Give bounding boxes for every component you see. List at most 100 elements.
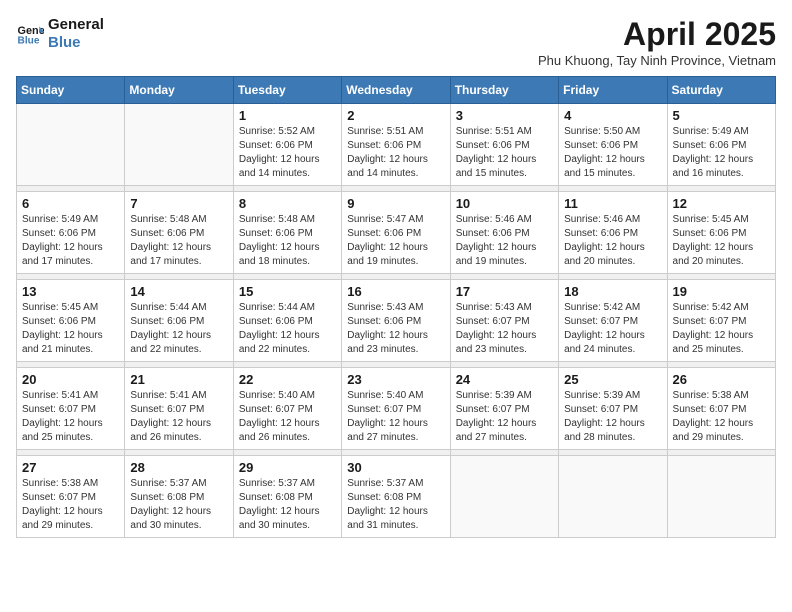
day-info: Sunrise: 5:44 AM Sunset: 6:06 PM Dayligh… — [239, 301, 336, 357]
day-number: 27 — [22, 460, 119, 475]
calendar-cell: 17 Sunrise: 5:43 AM Sunset: 6:07 PM Dayli… — [450, 280, 558, 362]
day-number: 19 — [673, 284, 770, 299]
day-number: 2 — [347, 108, 444, 123]
day-info: Sunrise: 5:43 AM Sunset: 6:07 PM Dayligh… — [456, 301, 553, 357]
page-header: General Blue GeneralBlue April 2025 Phu … — [16, 16, 776, 68]
weekday-header-sunday: Sunday — [17, 77, 125, 104]
calendar-cell: 28 Sunrise: 5:37 AM Sunset: 6:08 PM Dayli… — [125, 456, 233, 538]
day-number: 26 — [673, 372, 770, 387]
weekday-header-friday: Friday — [559, 77, 667, 104]
day-number: 3 — [456, 108, 553, 123]
day-info: Sunrise: 5:42 AM Sunset: 6:07 PM Dayligh… — [564, 301, 661, 357]
calendar-cell: 8 Sunrise: 5:48 AM Sunset: 6:06 PM Daylig… — [233, 192, 341, 274]
weekday-header-tuesday: Tuesday — [233, 77, 341, 104]
calendar-cell: 20Sunrise: 5:41 AM Sunset: 6:07 PM Dayli… — [17, 368, 125, 450]
day-info: Sunrise: 5:42 AM Sunset: 6:07 PM Dayligh… — [673, 301, 770, 357]
calendar-cell: 15Sunrise: 5:44 AM Sunset: 6:06 PM Dayli… — [233, 280, 341, 362]
day-number: 9 — [347, 196, 444, 211]
calendar-cell: 30 Sunrise: 5:37 AM Sunset: 6:08 PM Dayli… — [342, 456, 450, 538]
calendar-cell: 5Sunrise: 5:49 AM Sunset: 6:06 PM Daylig… — [667, 104, 775, 186]
calendar-week-row: 20Sunrise: 5:41 AM Sunset: 6:07 PM Dayli… — [17, 368, 776, 450]
calendar-cell: 10 Sunrise: 5:46 AM Sunset: 6:06 PM Dayli… — [450, 192, 558, 274]
day-info: Sunrise: 5:45 AM Sunset: 6:06 PM Dayligh… — [673, 213, 770, 269]
calendar-cell: 25Sunrise: 5:39 AM Sunset: 6:07 PM Dayli… — [559, 368, 667, 450]
month-title: April 2025 — [538, 16, 776, 53]
calendar-cell: 27 Sunrise: 5:38 AM Sunset: 6:07 PM Dayli… — [17, 456, 125, 538]
calendar-cell: 4Sunrise: 5:50 AM Sunset: 6:06 PM Daylig… — [559, 104, 667, 186]
day-info: Sunrise: 5:37 AM Sunset: 6:08 PM Dayligh… — [239, 477, 336, 533]
calendar-cell: 22 Sunrise: 5:40 AM Sunset: 6:07 PM Dayli… — [233, 368, 341, 450]
calendar-cell: 7 Sunrise: 5:48 AM Sunset: 6:06 PM Daylig… — [125, 192, 233, 274]
day-info: Sunrise: 5:48 AM Sunset: 6:06 PM Dayligh… — [130, 213, 227, 269]
day-info: Sunrise: 5:43 AM Sunset: 6:06 PM Dayligh… — [347, 301, 444, 357]
calendar-week-row: 13 Sunrise: 5:45 AM Sunset: 6:06 PM Dayli… — [17, 280, 776, 362]
weekday-header-row: SundayMondayTuesdayWednesdayThursdayFrid… — [17, 77, 776, 104]
day-number: 30 — [347, 460, 444, 475]
day-number: 8 — [239, 196, 336, 211]
day-info: Sunrise: 5:38 AM Sunset: 6:07 PM Dayligh… — [673, 389, 770, 445]
calendar-cell: 6 Sunrise: 5:49 AM Sunset: 6:06 PM Daylig… — [17, 192, 125, 274]
calendar-week-row: 6 Sunrise: 5:49 AM Sunset: 6:06 PM Daylig… — [17, 192, 776, 274]
day-number: 11 — [564, 196, 661, 211]
day-info: Sunrise: 5:51 AM Sunset: 6:06 PM Dayligh… — [456, 125, 553, 181]
calendar-cell: 3 Sunrise: 5:51 AM Sunset: 6:06 PM Daylig… — [450, 104, 558, 186]
day-number: 25 — [564, 372, 661, 387]
calendar-cell: 14Sunrise: 5:44 AM Sunset: 6:06 PM Dayli… — [125, 280, 233, 362]
calendar-cell: 12 Sunrise: 5:45 AM Sunset: 6:06 PM Dayli… — [667, 192, 775, 274]
day-info: Sunrise: 5:45 AM Sunset: 6:06 PM Dayligh… — [22, 301, 119, 357]
svg-text:Blue: Blue — [18, 35, 40, 46]
day-number: 5 — [673, 108, 770, 123]
day-info: Sunrise: 5:41 AM Sunset: 6:07 PM Dayligh… — [130, 389, 227, 445]
calendar-table: SundayMondayTuesdayWednesdayThursdayFrid… — [16, 76, 776, 538]
day-info: Sunrise: 5:46 AM Sunset: 6:06 PM Dayligh… — [564, 213, 661, 269]
day-number: 12 — [673, 196, 770, 211]
day-number: 6 — [22, 196, 119, 211]
day-number: 7 — [130, 196, 227, 211]
calendar-cell — [667, 456, 775, 538]
day-info: Sunrise: 5:40 AM Sunset: 6:07 PM Dayligh… — [347, 389, 444, 445]
day-number: 18 — [564, 284, 661, 299]
calendar-cell: 9 Sunrise: 5:47 AM Sunset: 6:06 PM Daylig… — [342, 192, 450, 274]
day-info: Sunrise: 5:37 AM Sunset: 6:08 PM Dayligh… — [130, 477, 227, 533]
day-number: 13 — [22, 284, 119, 299]
day-info: Sunrise: 5:40 AM Sunset: 6:07 PM Dayligh… — [239, 389, 336, 445]
calendar-cell: 23 Sunrise: 5:40 AM Sunset: 6:07 PM Dayli… — [342, 368, 450, 450]
day-info: Sunrise: 5:41 AM Sunset: 6:07 PM Dayligh… — [22, 389, 119, 445]
calendar-week-row: 27 Sunrise: 5:38 AM Sunset: 6:07 PM Dayli… — [17, 456, 776, 538]
day-number: 24 — [456, 372, 553, 387]
day-number: 23 — [347, 372, 444, 387]
day-info: Sunrise: 5:38 AM Sunset: 6:07 PM Dayligh… — [22, 477, 119, 533]
day-number: 16 — [347, 284, 444, 299]
day-number: 28 — [130, 460, 227, 475]
calendar-cell: 26 Sunrise: 5:38 AM Sunset: 6:07 PM Dayli… — [667, 368, 775, 450]
day-number: 14 — [130, 284, 227, 299]
calendar-cell: 24 Sunrise: 5:39 AM Sunset: 6:07 PM Dayli… — [450, 368, 558, 450]
day-info: Sunrise: 5:47 AM Sunset: 6:06 PM Dayligh… — [347, 213, 444, 269]
calendar-cell: 18 Sunrise: 5:42 AM Sunset: 6:07 PM Dayli… — [559, 280, 667, 362]
day-info: Sunrise: 5:49 AM Sunset: 6:06 PM Dayligh… — [22, 213, 119, 269]
day-number: 17 — [456, 284, 553, 299]
day-info: Sunrise: 5:37 AM Sunset: 6:08 PM Dayligh… — [347, 477, 444, 533]
day-info: Sunrise: 5:51 AM Sunset: 6:06 PM Dayligh… — [347, 125, 444, 181]
calendar-cell — [17, 104, 125, 186]
calendar-cell: 16 Sunrise: 5:43 AM Sunset: 6:06 PM Dayli… — [342, 280, 450, 362]
day-info: Sunrise: 5:46 AM Sunset: 6:06 PM Dayligh… — [456, 213, 553, 269]
day-number: 10 — [456, 196, 553, 211]
day-info: Sunrise: 5:48 AM Sunset: 6:06 PM Dayligh… — [239, 213, 336, 269]
calendar-cell — [559, 456, 667, 538]
calendar-cell: 21 Sunrise: 5:41 AM Sunset: 6:07 PM Dayli… — [125, 368, 233, 450]
calendar-cell: 19 Sunrise: 5:42 AM Sunset: 6:07 PM Dayli… — [667, 280, 775, 362]
logo-text: GeneralBlue — [48, 16, 104, 52]
day-info: Sunrise: 5:39 AM Sunset: 6:07 PM Dayligh… — [456, 389, 553, 445]
weekday-header-wednesday: Wednesday — [342, 77, 450, 104]
day-number: 21 — [130, 372, 227, 387]
day-number: 22 — [239, 372, 336, 387]
weekday-header-monday: Monday — [125, 77, 233, 104]
day-info: Sunrise: 5:52 AM Sunset: 6:06 PM Dayligh… — [239, 125, 336, 181]
weekday-header-saturday: Saturday — [667, 77, 775, 104]
calendar-cell — [125, 104, 233, 186]
calendar-week-row: 1Sunrise: 5:52 AM Sunset: 6:06 PM Daylig… — [17, 104, 776, 186]
logo-icon: General Blue — [16, 20, 44, 48]
calendar-cell: 29Sunrise: 5:37 AM Sunset: 6:08 PM Dayli… — [233, 456, 341, 538]
day-info: Sunrise: 5:50 AM Sunset: 6:06 PM Dayligh… — [564, 125, 661, 181]
